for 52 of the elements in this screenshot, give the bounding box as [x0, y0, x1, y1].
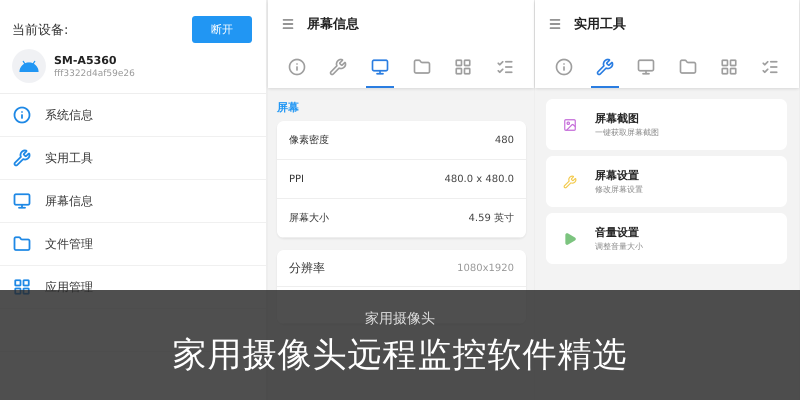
tool-title: 屏幕设置 — [595, 168, 640, 183]
play-icon — [563, 232, 577, 246]
row-label: 分辨率 — [289, 260, 325, 276]
info-icon[interactable] — [13, 106, 31, 124]
tools-icon — [596, 58, 614, 76]
tool-card[interactable]: 屏幕设置 修改屏幕设置 — [546, 156, 787, 207]
row-value: 480.0 x 480.0 — [444, 174, 514, 184]
tool-title: 音量设置 — [595, 225, 640, 240]
grid-icon — [720, 58, 738, 76]
monitor-icon — [371, 58, 390, 76]
banner-headline: 家用摄像头远程监控软件精选 — [172, 334, 628, 377]
menu-item[interactable]: 文件管理 — [45, 236, 93, 252]
checklist-icon — [761, 58, 780, 76]
tool-subtitle: 调整音量大小 — [595, 241, 643, 252]
checklist-icon — [496, 58, 514, 76]
monitor-icon[interactable] — [13, 192, 31, 210]
device-name: SM-A5360 — [54, 54, 118, 66]
row-value: 480 — [494, 134, 514, 146]
row-label: 屏幕大小 — [289, 212, 329, 225]
info-icon — [554, 58, 573, 76]
menu-item[interactable]: 系统信息 — [45, 106, 93, 124]
panel-title: 实用工具 — [574, 16, 626, 33]
image-icon — [563, 118, 577, 132]
panel-title: 屏幕信息 — [307, 16, 359, 33]
grid-icon — [454, 58, 472, 76]
folder-icon — [412, 58, 431, 76]
folder-icon — [678, 58, 697, 76]
tool-card[interactable]: 音量设置 调整音量大小 — [546, 213, 787, 264]
info-icon — [288, 58, 306, 76]
banner-subtitle: 家用摄像头 — [365, 310, 435, 328]
row-value: 4.59 英寸 — [468, 212, 514, 225]
tool-subtitle: 修改屏幕设置 — [595, 184, 643, 195]
tools-icon[interactable] — [13, 149, 31, 167]
menu-item[interactable]: 应用管理 — [45, 278, 93, 296]
folder-icon[interactable] — [13, 235, 31, 253]
menu-icon[interactable] — [281, 17, 295, 31]
menu-item[interactable]: 屏幕信息 — [45, 192, 93, 210]
monitor-icon — [637, 58, 656, 76]
row-label: 像素密度 — [289, 134, 329, 147]
robot-icon — [19, 60, 39, 72]
menu-item[interactable]: 实用工具 — [45, 150, 93, 166]
tool-title: 屏幕截图 — [595, 111, 640, 126]
section-title: 屏幕 — [277, 100, 300, 115]
device-label: 当前设备: — [12, 22, 68, 38]
row-value: 1080x1920 — [457, 262, 514, 274]
menu-icon[interactable] — [548, 17, 562, 31]
device-serial: fff3322d4af59e26 — [54, 68, 135, 78]
tools-icon — [329, 58, 348, 76]
row-label: PPI — [289, 174, 304, 184]
tool-subtitle: 一键获取屏幕截图 — [595, 127, 659, 138]
tool-card[interactable]: 屏幕截图 一键获取屏幕截图 — [546, 99, 787, 150]
wrench-icon — [563, 174, 577, 188]
